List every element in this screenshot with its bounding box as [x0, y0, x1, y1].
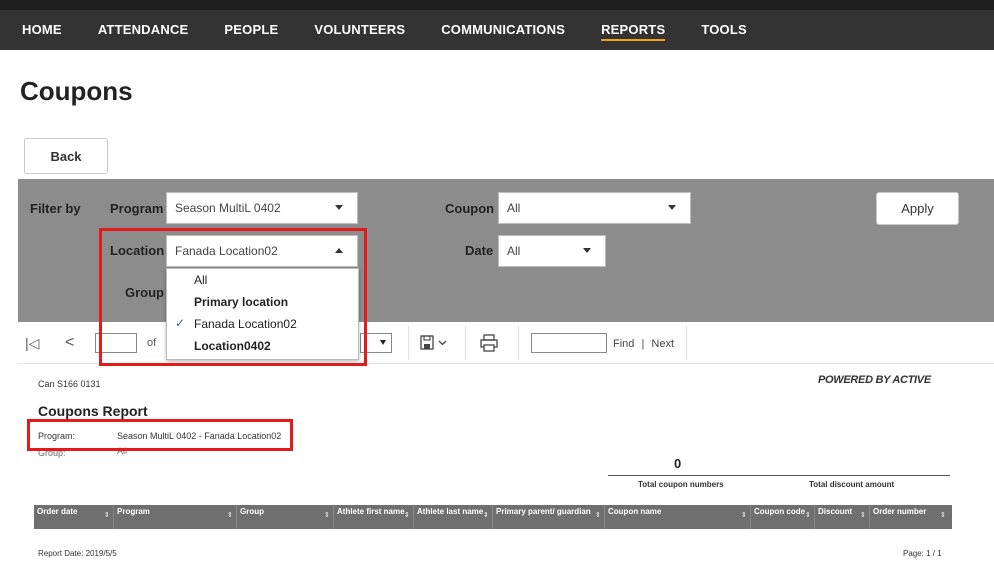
location-highlight-box [99, 228, 367, 366]
prev-page-icon[interactable]: < [65, 334, 74, 352]
nav-tools[interactable]: TOOLS [683, 10, 765, 50]
find-link[interactable]: Find [613, 338, 634, 350]
program-select-value: Season MultiL 0402 [175, 201, 281, 215]
page-info: Page: 1 / 1 [903, 549, 942, 558]
next-link[interactable]: Next [651, 338, 674, 350]
column-header[interactable]: Group ⇕ [237, 505, 334, 529]
toolbar-divider [465, 326, 466, 360]
chevron-down-icon [380, 340, 386, 345]
totals-divider [608, 475, 950, 476]
date-select[interactable]: All [498, 235, 606, 267]
program-label: Program [110, 201, 164, 216]
find-links: Find | Next [613, 338, 674, 350]
column-header[interactable]: Discount ⇕ [815, 505, 870, 529]
coupon-select-value: All [507, 201, 521, 215]
report-table-header: Order date ⇕ Program ⇕ Group ⇕ Athlete firs… [34, 505, 952, 529]
column-header[interactable]: Athlete last name ⇕ [414, 505, 493, 529]
nav-reports[interactable]: REPORTS [583, 10, 683, 50]
report-title: Coupons Report [38, 403, 148, 419]
back-button[interactable]: Back [24, 138, 108, 174]
find-input[interactable] [531, 333, 607, 353]
toolbar-divider [518, 326, 519, 360]
apply-button[interactable]: Apply [876, 192, 959, 225]
nav-attendance[interactable]: ATTENDANCE [80, 10, 207, 50]
program-select[interactable]: Season MultiL 0402 [166, 192, 358, 224]
top-strip [0, 0, 994, 10]
date-select-value: All [507, 244, 521, 258]
chevron-down-icon [668, 205, 676, 210]
find-separator: | [641, 338, 645, 350]
program-highlight-box [27, 419, 293, 451]
nav-communications[interactable]: COMMUNICATIONS [423, 10, 583, 50]
column-header[interactable]: Order number ⇕ [870, 505, 952, 529]
column-header[interactable]: Athlete first name ⇕ [334, 505, 414, 529]
total-coupon-count: 0 [674, 456, 682, 471]
date-label: Date [465, 243, 494, 258]
print-icon[interactable] [480, 334, 498, 355]
chevron-down-icon [583, 248, 591, 253]
powered-by-logo: POWERED BY ACTIVE [818, 374, 931, 386]
report-viewer [18, 364, 994, 571]
nav-volunteers[interactable]: VOLUNTEERS [296, 10, 423, 50]
column-header[interactable]: Program ⇕ [114, 505, 237, 529]
save-icon[interactable] [420, 334, 450, 355]
column-header[interactable]: Coupon code ⇕ [751, 505, 815, 529]
column-header[interactable]: Order date ⇕ [34, 505, 114, 529]
toolbar-divider [686, 326, 687, 360]
column-header[interactable]: Coupon name ⇕ [605, 505, 751, 529]
report-date: Report Date: 2019/5/5 [38, 549, 117, 558]
nav-people[interactable]: PEOPLE [206, 10, 296, 50]
toolbar-divider [408, 326, 409, 360]
nav-home[interactable]: HOME [0, 10, 80, 50]
main-nav: HOME ATTENDANCE PEOPLE VOLUNTEERS COMMUN… [0, 10, 994, 50]
column-header[interactable]: Primary parent/ guardian ⇕ [493, 505, 605, 529]
page-title: Coupons [20, 76, 133, 106]
total-coupon-label: Total coupon numbers [638, 480, 724, 489]
coupon-label: Coupon [445, 201, 495, 216]
total-discount-label: Total discount amount [809, 480, 895, 489]
chevron-down-icon [335, 205, 343, 210]
filter-by-label: Filter by [30, 201, 81, 216]
coupon-select[interactable]: All [498, 192, 691, 224]
first-page-icon[interactable]: |◁ [25, 335, 39, 352]
org-name: Can S166 0131 [38, 379, 101, 389]
